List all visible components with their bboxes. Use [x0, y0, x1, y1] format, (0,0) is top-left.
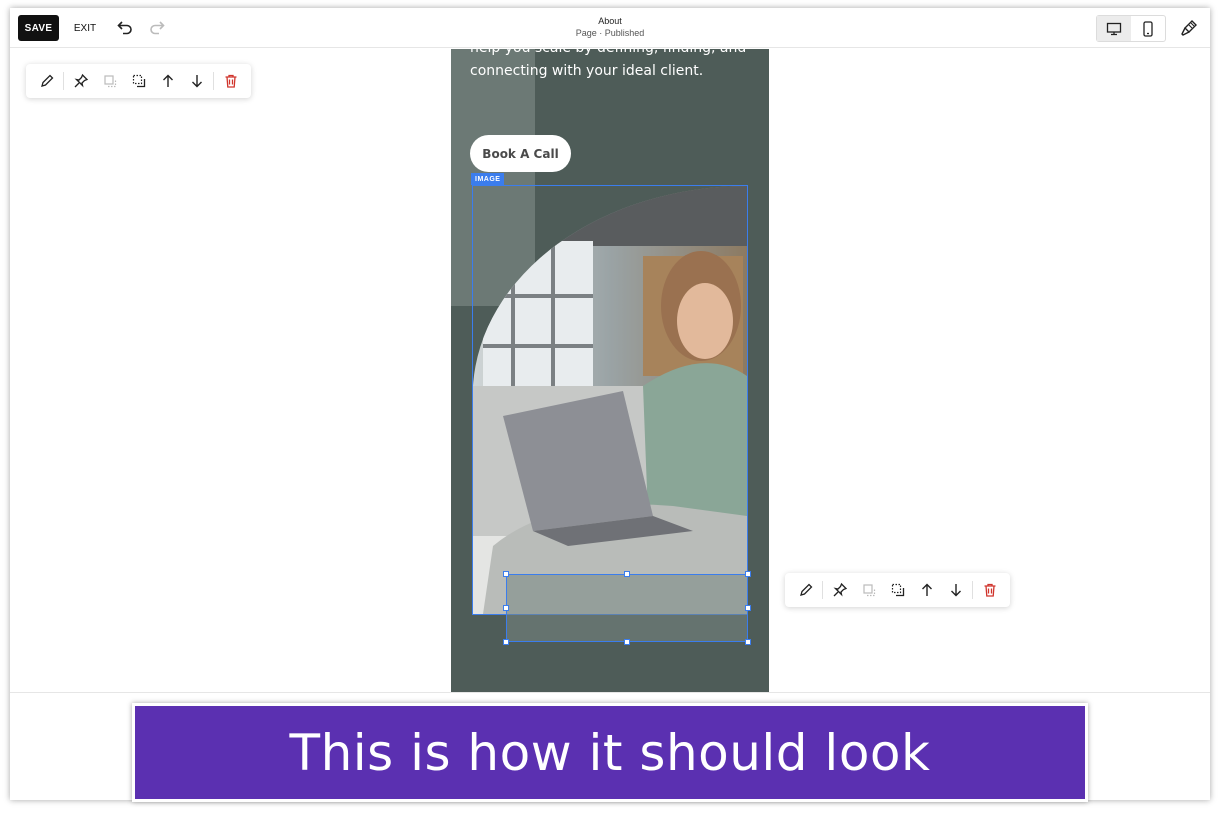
page-title-group: About Page · Published	[510, 15, 710, 39]
page-status: Page · Published	[575, 28, 645, 38]
pencil-icon[interactable]	[32, 67, 61, 95]
pin-icon[interactable]	[825, 576, 854, 604]
toolbar-divider	[972, 581, 973, 599]
trash-icon[interactable]	[216, 67, 245, 95]
arrow-up-icon[interactable]	[153, 67, 182, 95]
desktop-icon	[1106, 22, 1122, 35]
resize-handle[interactable]	[503, 571, 509, 577]
hero-text-line: help you scale by defining, finding, and	[470, 49, 760, 60]
save-button[interactable]: SAVE	[18, 15, 59, 41]
device-toggle	[1096, 15, 1166, 42]
editor-topbar: SAVE EXIT About Page · Published	[10, 8, 1210, 48]
image-block[interactable]	[472, 185, 748, 615]
mobile-icon	[1143, 20, 1153, 37]
resize-handle[interactable]	[745, 605, 751, 611]
toolbar-divider	[63, 72, 64, 90]
spacer-block[interactable]	[506, 574, 748, 642]
paintbrush-icon[interactable]	[1178, 17, 1200, 39]
mobile-view-button[interactable]	[1131, 16, 1165, 41]
book-a-call-button[interactable]: Book A Call	[470, 135, 571, 172]
resize-handle[interactable]	[745, 639, 751, 645]
block-toolbar	[26, 64, 251, 98]
mobile-preview-section: help you scale by defining, finding, and…	[451, 49, 769, 692]
caption-banner: This is how it should look	[132, 703, 1088, 802]
redo-icon[interactable]	[146, 17, 168, 39]
caption-text: This is how it should look	[289, 723, 931, 782]
toolbar-divider	[822, 581, 823, 599]
hero-text-line: connecting with your ideal client.	[470, 62, 704, 79]
resize-handle[interactable]	[745, 571, 751, 577]
editor-window: SAVE EXIT About Page · Published connect…	[10, 8, 1210, 800]
toolbar-divider	[213, 72, 214, 90]
page-title: About	[598, 16, 622, 26]
duplicate-icon[interactable]	[124, 67, 153, 95]
woman-with-laptop-photo	[473, 186, 747, 614]
resize-handle[interactable]	[503, 639, 509, 645]
block-toolbar	[785, 573, 1010, 607]
undo-icon[interactable]	[114, 17, 136, 39]
pencil-icon[interactable]	[791, 576, 820, 604]
trash-icon[interactable]	[975, 576, 1004, 604]
arrow-down-icon[interactable]	[182, 67, 211, 95]
hero-text[interactable]: help you scale by defining, finding, and…	[470, 49, 760, 82]
duplicate-icon[interactable]	[883, 576, 912, 604]
pin-icon[interactable]	[66, 67, 95, 95]
resize-handle[interactable]	[624, 639, 630, 645]
exit-button[interactable]: EXIT	[72, 15, 98, 41]
arrow-down-icon[interactable]	[941, 576, 970, 604]
desktop-view-button[interactable]	[1097, 16, 1131, 41]
resize-handle[interactable]	[503, 605, 509, 611]
arrow-up-icon[interactable]	[912, 576, 941, 604]
resize-handle[interactable]	[624, 571, 630, 577]
divider	[10, 692, 1210, 693]
image-block-label: IMAGE	[471, 173, 505, 185]
arrange-icon[interactable]	[95, 67, 124, 95]
arrange-icon[interactable]	[854, 576, 883, 604]
